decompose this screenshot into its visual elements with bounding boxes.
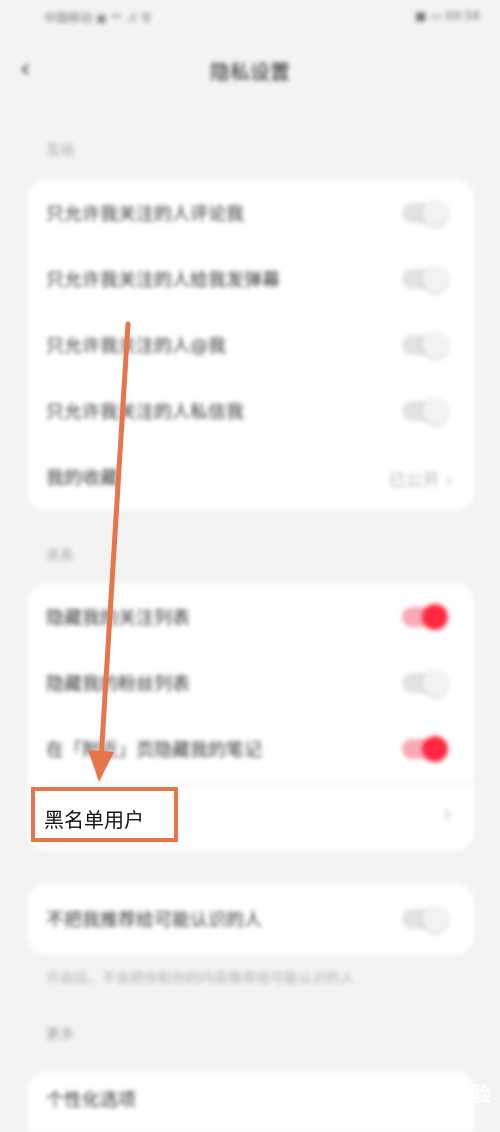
arrow-head xyxy=(88,750,114,782)
watermark: Bai 经验 xyxy=(403,1082,492,1106)
annotation-arrow xyxy=(88,321,131,782)
arrow-line xyxy=(98,321,131,763)
